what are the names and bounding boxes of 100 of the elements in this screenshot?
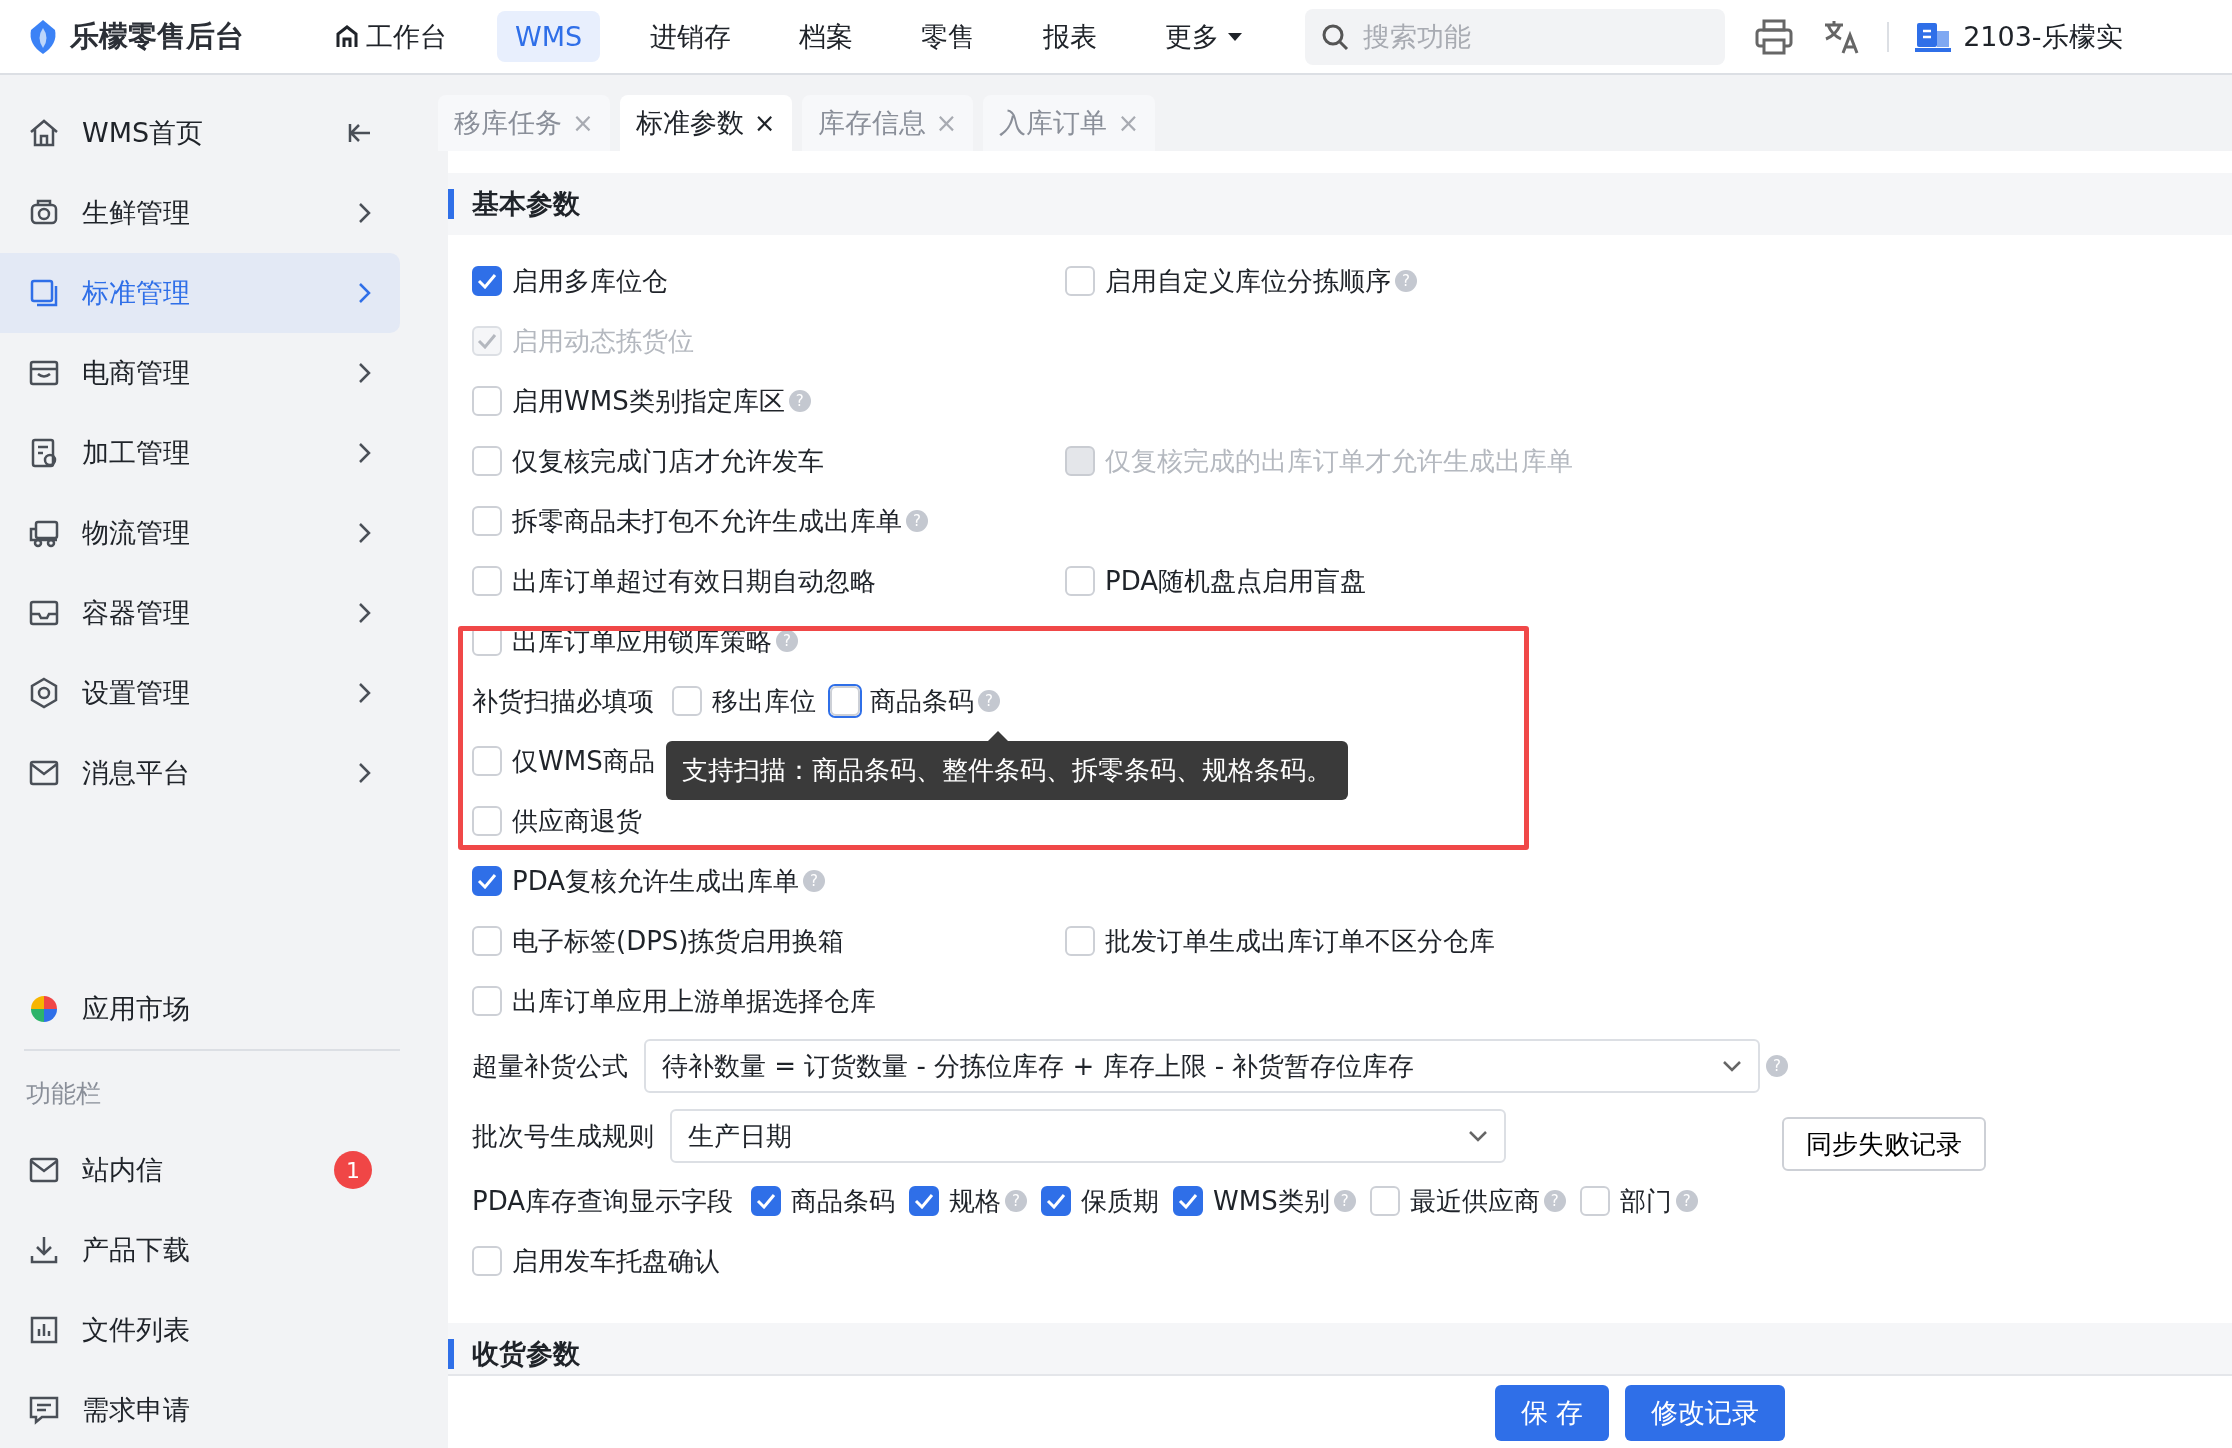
search-field[interactable]: 搜索功能 <box>1305 8 1726 65</box>
nav-tab[interactable]: 更多 <box>1147 8 1262 65</box>
checkmark-icon <box>1046 1193 1067 1209</box>
sidebar-item[interactable]: 物流管理 <box>0 493 400 573</box>
checkbox-label: 移出库位 <box>712 684 816 718</box>
search-icon <box>1321 22 1350 51</box>
sidebar-item[interactable]: 产品下载 <box>0 1210 400 1290</box>
checkbox-label: 启用WMS类别指定库区 <box>512 384 785 418</box>
section-marker <box>448 1339 454 1369</box>
checkbox-label: 规格 <box>949 1184 1002 1218</box>
checkbox-label: 启用动态拣货位 <box>512 324 694 358</box>
help-icon: ? <box>1005 1190 1028 1212</box>
chevron-right-icon <box>358 362 372 384</box>
app-title: 乐檬零售后台 <box>70 17 244 55</box>
chart-icon <box>28 1314 60 1346</box>
checkbox-label: 商品条码 <box>870 684 974 718</box>
nav-tab[interactable]: 档案 <box>781 8 872 65</box>
tab[interactable]: 标准参数 × <box>619 95 792 151</box>
sidebar-item[interactable]: 需求申请 <box>0 1370 400 1448</box>
dropdown-field[interactable]: 生产日期 <box>670 1109 1506 1163</box>
sidebar-item[interactable]: WMS首页 <box>0 93 400 173</box>
checkbox-label: 商品条码 <box>791 1184 896 1218</box>
tooltip-arrow-icon <box>988 730 1008 741</box>
sidebar-item[interactable]: 应用市场 <box>0 969 400 1049</box>
section-title: 收货参数 <box>472 1337 580 1371</box>
dropdown-field[interactable]: 待补数量 = 订货数量 - 分拣位库存 + 库存上限 - 补货暂存位库存 <box>644 1039 1760 1093</box>
checkbox-label: 出库订单超过有效日期自动忽略 <box>512 564 876 598</box>
sidebar-item[interactable]: 消息平台 <box>0 733 400 813</box>
action-button[interactable]: 修改记录 <box>1625 1385 1786 1441</box>
chevron-right-icon <box>358 282 372 304</box>
section-title: 基本参数 <box>472 187 580 221</box>
checkbox[interactable] <box>472 266 502 296</box>
nav-tab[interactable]: 工作台 <box>318 8 465 65</box>
field-label: 超量补货公式 <box>472 1049 628 1083</box>
sync-failure-button[interactable]: 同步失败记录 <box>1782 1117 1986 1171</box>
checkbox[interactable] <box>751 1186 782 1216</box>
chevron-right-icon <box>358 602 372 624</box>
field-label: 补货扫描必填项 <box>472 684 654 718</box>
checkbox-label: 启用多库位仓 <box>512 264 668 298</box>
checkbox-label: 仅复核完成门店才允许发车 <box>512 444 824 478</box>
copy-icon <box>28 277 60 309</box>
sidebar-item[interactable]: 电商管理 <box>0 333 400 413</box>
action-button[interactable]: 保 存 <box>1494 1385 1610 1441</box>
help-icon: ? <box>1395 270 1417 292</box>
checkbox-label: PDA随机盘点启用盲盘 <box>1105 564 1367 598</box>
nav-tab[interactable]: 零售 <box>903 8 994 65</box>
checkmark-icon <box>914 1193 935 1209</box>
checkbox[interactable] <box>472 866 502 896</box>
field-label: PDA库存查询显示字段 <box>472 1184 734 1218</box>
chevron-right-icon <box>358 522 372 544</box>
sidebar-item[interactable]: 加工管理 <box>0 413 400 493</box>
checkbox-label: 拆零商品未打包不允许生成出库单 <box>512 504 902 538</box>
help-icon: ? <box>978 690 1000 712</box>
app-market-icon <box>28 993 60 1025</box>
chevron-right-icon <box>358 202 372 224</box>
checkbox-label: WMS类别 <box>1213 1184 1330 1218</box>
gear-icon <box>28 677 60 709</box>
home-icon <box>28 117 60 149</box>
checkbox-label: 批发订单生成出库订单不区分仓库 <box>1105 924 1495 958</box>
checkmark-icon <box>477 333 497 349</box>
field-label: 批次号生成规则 <box>472 1119 654 1153</box>
sidebar-item[interactable]: 站内信 1 <box>0 1130 400 1210</box>
download-icon <box>28 1234 60 1266</box>
help-icon: ? <box>776 630 798 652</box>
checkbox[interactable] <box>1173 1186 1204 1216</box>
logo-icon <box>28 17 58 56</box>
printer-icon[interactable] <box>1755 18 1794 55</box>
help-icon: ? <box>788 390 811 412</box>
chevron-down-icon <box>1468 1130 1488 1142</box>
message-icon <box>28 1394 60 1426</box>
help-icon: ? <box>1766 1055 1788 1077</box>
sidebar-item[interactable]: 标准管理 <box>0 253 400 333</box>
checkbox-label: 电子标签(DPS)拣货启用换箱 <box>512 924 845 958</box>
checkbox-label: 启用自定义库位分拣顺序 <box>1105 264 1391 298</box>
collapse-icon[interactable] <box>348 122 372 144</box>
checkmark-icon <box>1178 1193 1199 1209</box>
help-icon: ? <box>906 510 928 532</box>
nav-tab[interactable]: 进销存 <box>632 8 750 65</box>
close-icon[interactable]: × <box>753 108 776 138</box>
nav-tab[interactable]: WMS <box>497 11 601 62</box>
checkbox[interactable] <box>1041 1186 1072 1216</box>
checkbox-label: 仅WMS商品 <box>512 744 655 778</box>
checkbox-label: 启用发车托盘确认 <box>512 1244 720 1278</box>
help-icon: ? <box>1333 1190 1356 1212</box>
sidebar-item[interactable]: 容器管理 <box>0 573 400 653</box>
count-badge: 1 <box>334 1151 372 1189</box>
nav-tab[interactable]: 报表 <box>1025 8 1116 65</box>
checkbox-label: 出库订单应用上游单据选择仓库 <box>512 984 876 1018</box>
checkbox[interactable] <box>909 1186 940 1216</box>
sidebar-item[interactable]: 文件列表 <box>0 1290 400 1370</box>
help-icon: ? <box>1675 1190 1698 1212</box>
help-icon: ? <box>803 870 826 892</box>
store-icon <box>1915 20 1952 53</box>
sidebar-item[interactable]: 生鲜管理 <box>0 173 400 253</box>
checkbox-label: 最近供应商 <box>1409 1184 1540 1218</box>
section-marker <box>448 189 454 219</box>
sidebar-item[interactable]: 设置管理 <box>0 653 400 733</box>
checkbox-label: 保质期 <box>1081 1184 1160 1218</box>
store-name[interactable]: 2103-乐檬实 <box>1963 18 2123 55</box>
checkmark-icon <box>756 1193 777 1209</box>
